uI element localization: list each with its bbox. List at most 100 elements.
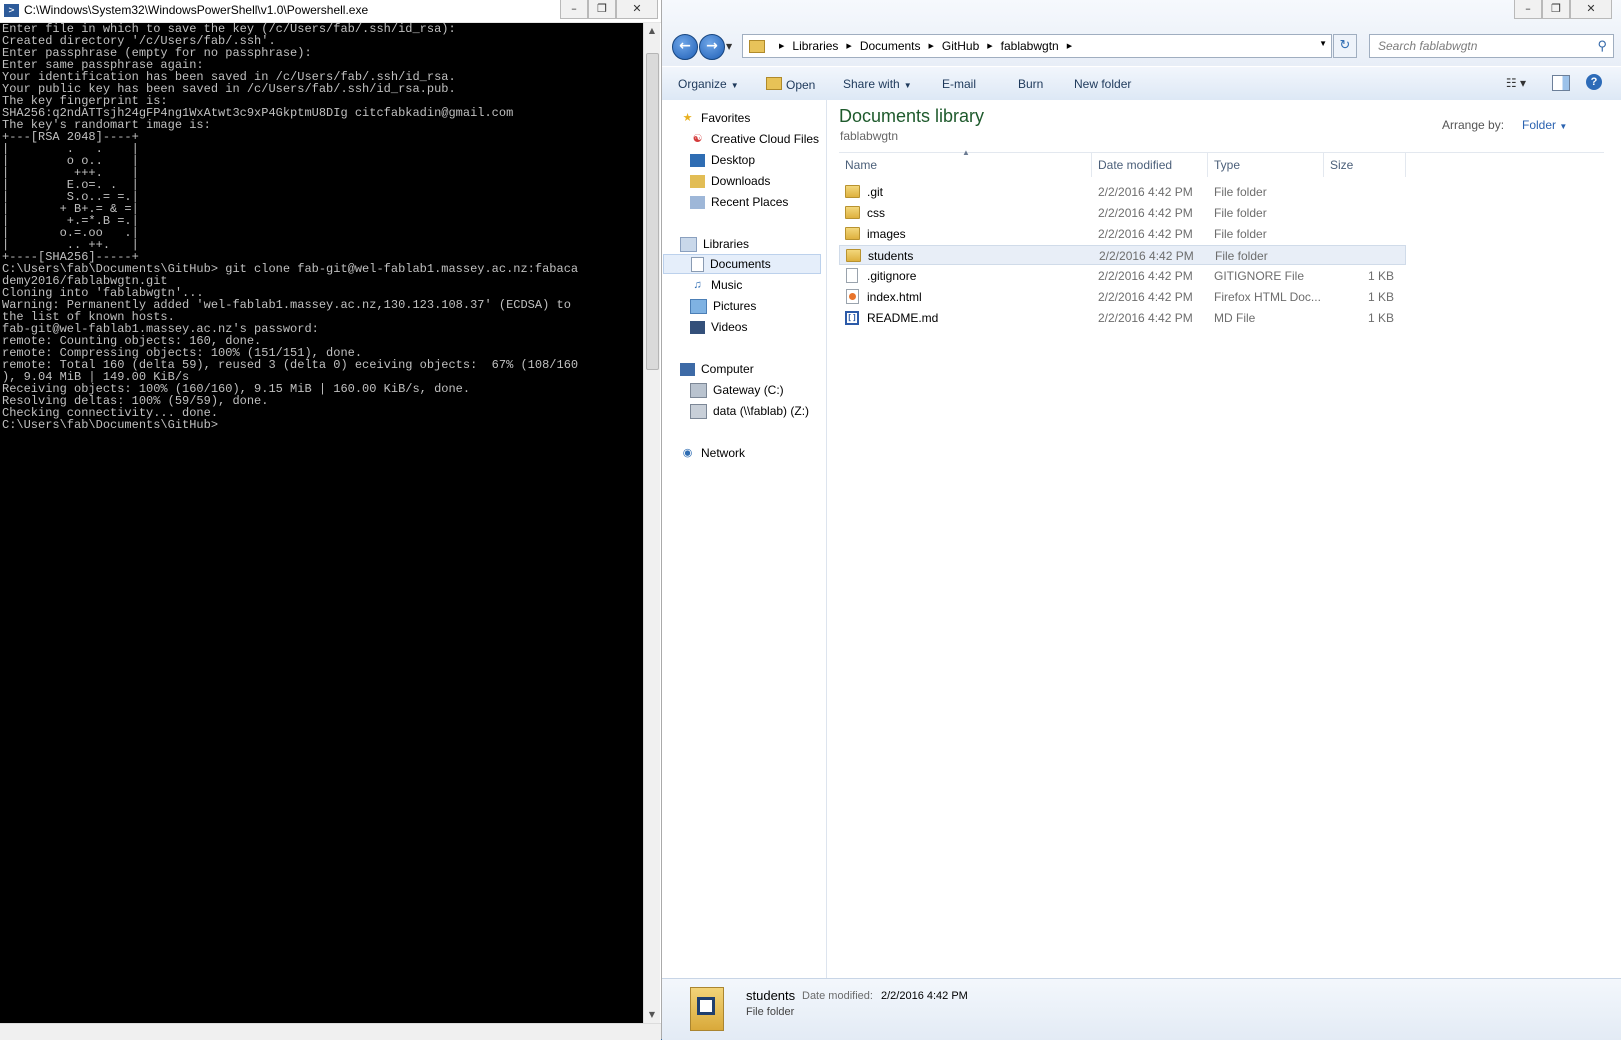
creative-cloud-icon: ☯ xyxy=(692,132,703,145)
burn-button[interactable]: Burn xyxy=(1018,77,1043,91)
details-date-value: 2/2/2016 4:42 PM xyxy=(881,990,968,1002)
details-type: File folder xyxy=(746,1006,795,1018)
column-header-name[interactable]: Name xyxy=(839,152,1092,177)
file-date: 2/2/2016 4:42 PM xyxy=(1099,249,1194,263)
explorer-window: – ❐ ✕ ← → ▼ ▶ Libraries ▶ Documents ▶ Gi… xyxy=(661,0,1621,1040)
file-row[interactable]: .gitignore 2/2/2016 4:42 PM GITIGNORE Fi… xyxy=(839,266,1406,286)
maximize-button[interactable]: ❐ xyxy=(1542,0,1570,19)
address-dropdown-icon[interactable]: ▼ xyxy=(1319,39,1327,48)
back-arrow-icon[interactable]: ← xyxy=(672,34,698,60)
breadcrumb-documents[interactable]: Documents xyxy=(860,39,921,53)
nav-videos[interactable]: Videos xyxy=(690,317,850,337)
file-row[interactable]: .git 2/2/2016 4:42 PM File folder xyxy=(839,182,1406,202)
folder-icon xyxy=(845,227,860,240)
chevron-right-icon[interactable]: ▶ xyxy=(987,42,992,50)
nav-gateway-label: Gateway (C:) xyxy=(713,383,784,397)
powershell-titlebar[interactable]: > C:\Windows\System32\WindowsPowerShell\… xyxy=(0,0,661,23)
nav-data-drive[interactable]: data (\\fablab) (Z:) xyxy=(690,401,850,421)
preview-pane-icon[interactable] xyxy=(1552,75,1570,91)
breadcrumb-libraries[interactable]: Libraries xyxy=(792,39,838,53)
column-header-size[interactable]: Size xyxy=(1324,152,1406,177)
details-name: students xyxy=(746,988,796,1003)
column-header-date[interactable]: Date modified xyxy=(1092,152,1208,177)
file-row[interactable]: [] README.md 2/2/2016 4:42 PM MD File 1 … xyxy=(839,308,1406,328)
minimize-button[interactable]: – xyxy=(1514,0,1542,19)
chevron-down-icon: ▼ xyxy=(730,81,739,90)
file-row[interactable]: css 2/2/2016 4:42 PM File folder xyxy=(839,203,1406,223)
column-headers: ▲ Name Date modified Type Size xyxy=(839,148,1406,177)
file-row[interactable]: images 2/2/2016 4:42 PM File folder xyxy=(839,224,1406,244)
nav-recent-places[interactable]: Recent Places xyxy=(690,192,850,212)
chevron-right-icon[interactable]: ▶ xyxy=(846,42,851,50)
details-date-label: Date modified: xyxy=(802,990,873,1002)
file-name: students xyxy=(868,249,914,263)
library-subtitle: fablabwgtn xyxy=(840,129,899,143)
explorer-titlebar[interactable]: – ❐ ✕ ← → ▼ ▶ Libraries ▶ Documents ▶ Gi… xyxy=(662,0,1621,66)
nav-videos-label: Videos xyxy=(711,320,748,334)
nav-network[interactable]: ◉ Network xyxy=(680,443,840,463)
address-bar[interactable]: ▶ Libraries ▶ Documents ▶ GitHub ▶ fabla… xyxy=(742,34,1332,58)
folder-icon xyxy=(845,206,860,219)
recent-places-icon xyxy=(690,195,705,209)
file-row[interactable]: index.html 2/2/2016 4:42 PM Firefox HTML… xyxy=(839,287,1406,307)
nav-desktop-label: Desktop xyxy=(711,153,756,167)
powershell-console[interactable]: Enter file in which to save the key (/c/… xyxy=(0,23,643,1023)
pictures-icon xyxy=(690,298,707,314)
arrange-by-dropdown[interactable]: Folder ▼ xyxy=(1522,118,1567,132)
chevron-right-icon[interactable]: ▶ xyxy=(1067,42,1072,50)
recent-pages-dropdown-icon[interactable]: ▼ xyxy=(726,42,732,51)
folder-icon xyxy=(845,185,860,198)
breadcrumb-github[interactable]: GitHub xyxy=(942,39,979,53)
close-button[interactable]: ✕ xyxy=(1570,0,1612,19)
file-date: 2/2/2016 4:42 PM xyxy=(1098,269,1193,283)
file-date: 2/2/2016 4:42 PM xyxy=(1098,206,1193,220)
nav-downloads[interactable]: Downloads xyxy=(690,171,850,191)
console-bottom-bar xyxy=(0,1023,661,1040)
open-folder-icon xyxy=(766,77,782,90)
nav-gateway-drive[interactable]: Gateway (C:) xyxy=(690,380,850,400)
maximize-button[interactable]: ❐ xyxy=(588,0,616,19)
minimize-button[interactable]: – xyxy=(560,0,588,19)
nav-favorites[interactable]: ★ Favorites xyxy=(680,108,840,128)
nav-music[interactable]: ♫ Music xyxy=(690,275,850,295)
nav-computer-label: Computer xyxy=(701,362,754,376)
forward-arrow-icon[interactable]: → xyxy=(699,34,725,60)
nav-creative-cloud[interactable]: ☯ Creative Cloud Files xyxy=(690,129,850,149)
details-pane: students Date modified: 2/2/2016 4:42 PM… xyxy=(662,978,1621,1040)
nav-documents-label: Documents xyxy=(710,257,771,271)
console-scrollbar[interactable]: ▲ ▼ xyxy=(643,23,660,1023)
scrollbar-thumb[interactable] xyxy=(646,53,659,370)
breadcrumb-fablabwgtn[interactable]: fablabwgtn xyxy=(1001,39,1059,53)
help-icon[interactable]: ? xyxy=(1586,74,1602,90)
close-button[interactable]: ✕ xyxy=(616,0,658,19)
change-view-icon[interactable]: ☷ ▾ xyxy=(1506,76,1526,90)
nav-computer[interactable]: Computer xyxy=(680,359,840,379)
open-button[interactable]: Open xyxy=(766,77,815,92)
documents-icon xyxy=(691,256,704,272)
scroll-up-icon[interactable]: ▲ xyxy=(644,23,660,39)
refresh-icon[interactable]: ↻ xyxy=(1333,34,1357,58)
console-output: Enter file in which to save the key (/c/… xyxy=(2,23,579,432)
file-size: 1 KB xyxy=(1367,290,1394,304)
nav-documents[interactable]: Documents xyxy=(663,254,821,274)
search-input[interactable]: Search fablabwgtn ⚲ xyxy=(1369,34,1614,58)
nav-downloads-label: Downloads xyxy=(711,174,771,188)
chevron-right-icon[interactable]: ▶ xyxy=(929,42,934,50)
organize-button[interactable]: Organize ▼ xyxy=(678,77,739,91)
nav-network-label: Network xyxy=(701,446,746,460)
nav-libraries[interactable]: Libraries xyxy=(680,234,840,254)
scroll-down-icon[interactable]: ▼ xyxy=(644,1007,660,1023)
email-button[interactable]: E-mail xyxy=(942,77,976,91)
search-icon[interactable]: ⚲ xyxy=(1597,38,1607,54)
chevron-down-icon: ▼ xyxy=(903,81,912,90)
share-with-button[interactable]: Share with ▼ xyxy=(843,77,912,91)
column-header-type[interactable]: Type xyxy=(1208,152,1324,177)
explorer-window-controls: – ❐ ✕ xyxy=(1514,0,1612,19)
nav-desktop[interactable]: Desktop xyxy=(690,150,850,170)
new-folder-button[interactable]: New folder xyxy=(1074,77,1131,91)
organize-label: Organize xyxy=(678,77,727,91)
nav-pictures[interactable]: Pictures xyxy=(690,296,850,316)
file-type: File folder xyxy=(1214,185,1267,199)
file-row-selected[interactable]: students 2/2/2016 4:42 PM File folder xyxy=(839,245,1406,265)
chevron-right-icon[interactable]: ▶ xyxy=(779,42,784,50)
